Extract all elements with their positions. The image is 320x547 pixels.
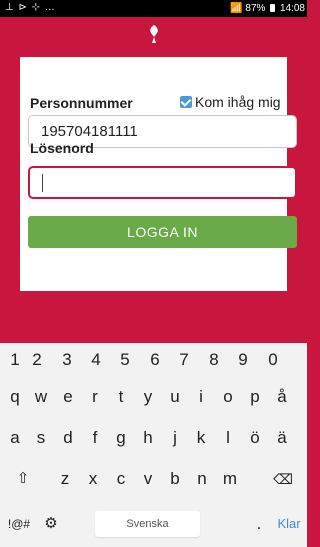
- battery-percent: 87%: [245, 3, 266, 14]
- remember-me-toggle[interactable]: Kom ihåg mig: [180, 94, 281, 110]
- key[interactable]: s: [28, 421, 54, 455]
- settings-gear-icon[interactable]: ⚙: [38, 507, 64, 541]
- signal-icon: 📶: [230, 3, 243, 14]
- key[interactable]: 6: [142, 343, 168, 377]
- key[interactable]: h: [135, 421, 161, 455]
- shift-key-icon[interactable]: ⇧: [10, 462, 36, 496]
- key[interactable]: e: [55, 380, 81, 414]
- login-button[interactable]: LOGGA IN: [28, 216, 297, 248]
- key[interactable]: b: [162, 462, 188, 496]
- key[interactable]: 9: [230, 343, 256, 377]
- checkbox-checked-icon[interactable]: [180, 96, 192, 108]
- losenord-label: Lösenord: [30, 140, 94, 156]
- key[interactable]: i: [188, 380, 214, 414]
- key[interactable]: 4: [83, 343, 109, 377]
- key[interactable]: y: [135, 380, 161, 414]
- clock: 14:08: [279, 3, 305, 14]
- done-key[interactable]: Klar: [272, 507, 306, 541]
- key[interactable]: 5: [112, 343, 138, 377]
- key[interactable]: c: [108, 462, 134, 496]
- key[interactable]: p: [242, 380, 268, 414]
- battery-icon: [270, 4, 276, 12]
- keyboard-row-2: a s d f g h j k l ö ä: [0, 421, 307, 455]
- logo-icon: [150, 25, 158, 43]
- key[interactable]: å: [269, 380, 295, 414]
- key[interactable]: k: [188, 421, 214, 455]
- key[interactable]: x: [80, 462, 106, 496]
- key[interactable]: 8: [201, 343, 227, 377]
- status-right: 📶 87% 14:08: [230, 3, 305, 14]
- key[interactable]: w: [28, 380, 54, 414]
- keyboard-row-4: !@# ⚙ Svenska . Klar: [0, 507, 307, 541]
- key[interactable]: m: [217, 462, 243, 496]
- key[interactable]: r: [82, 380, 108, 414]
- key[interactable]: j: [162, 421, 188, 455]
- key[interactable]: u: [162, 380, 188, 414]
- backspace-key-icon[interactable]: ⌫: [270, 462, 296, 496]
- personnummer-label: Personnummer: [30, 95, 133, 111]
- key[interactable]: 7: [171, 343, 197, 377]
- notification-icons: ⊥ ⊳ ⊹ …: [5, 2, 56, 13]
- symbols-key[interactable]: !@#: [6, 507, 32, 541]
- key[interactable]: o: [215, 380, 241, 414]
- remember-me-label: Kom ihåg mig: [195, 94, 281, 110]
- on-screen-keyboard: 1 2 3 4 5 6 7 8 9 0 q w e r t y u i o p …: [0, 343, 307, 547]
- space-key[interactable]: Svenska: [95, 511, 200, 537]
- key[interactable]: t: [108, 380, 134, 414]
- keyboard-row-3: ⇧ z x c v b n m ⌫: [0, 462, 307, 496]
- key[interactable]: a: [2, 421, 28, 455]
- keyboard-number-row: 1 2 3 4 5 6 7 8 9 0: [0, 343, 307, 377]
- key[interactable]: v: [135, 462, 161, 496]
- key[interactable]: ä: [269, 421, 295, 455]
- text-caret: [42, 174, 43, 192]
- key[interactable]: z: [52, 462, 78, 496]
- key[interactable]: 3: [54, 343, 80, 377]
- period-key[interactable]: .: [246, 507, 272, 541]
- key[interactable]: l: [215, 421, 241, 455]
- key[interactable]: 0: [260, 343, 286, 377]
- key[interactable]: 2: [24, 343, 50, 377]
- key[interactable]: n: [189, 462, 215, 496]
- key[interactable]: ö: [242, 421, 268, 455]
- status-bar: ⊥ ⊳ ⊹ … 📶 87% 14:08: [0, 0, 307, 17]
- key[interactable]: q: [2, 380, 28, 414]
- keyboard-row-1: q w e r t y u i o p å: [0, 380, 307, 414]
- key[interactable]: d: [55, 421, 81, 455]
- password-field[interactable]: [28, 166, 297, 199]
- key[interactable]: g: [108, 421, 134, 455]
- key[interactable]: f: [82, 421, 108, 455]
